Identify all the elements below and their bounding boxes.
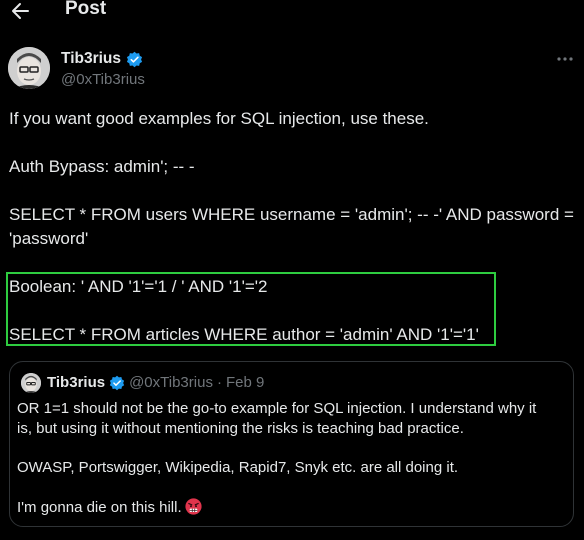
quote-text: I'm gonna die on this hill. bbox=[17, 499, 182, 516]
avatar-portrait bbox=[21, 373, 41, 393]
quote-text-line: is, but using it without mentioning the … bbox=[17, 420, 464, 437]
page-title: Post bbox=[65, 0, 107, 19]
quote-text-line: I'm gonna die on this hill. bbox=[17, 498, 202, 517]
back-button[interactable] bbox=[10, 0, 30, 22]
arrow-left-icon bbox=[12, 3, 29, 19]
verified-badge-icon bbox=[126, 51, 143, 67]
post-text-line: Boolean: ' AND '1'='1 / ' AND '1'='2 bbox=[9, 277, 268, 296]
quote-text-line: OR 1=1 should not be the go-to example f… bbox=[17, 400, 537, 417]
quote-author-handle: @0xTib3rius bbox=[129, 374, 213, 391]
author-name-row[interactable]: Tib3rius bbox=[61, 50, 143, 68]
quote-avatar bbox=[21, 373, 41, 393]
post-page: Post Tib3rius @0xTib3rius If you want go… bbox=[0, 0, 584, 540]
quote-separator: · bbox=[216, 374, 222, 391]
post-text-line: SELECT * FROM users WHERE username = 'ad… bbox=[9, 205, 574, 224]
author-name[interactable]: Tib3rius bbox=[61, 50, 121, 68]
quote-text-line: OWASP, Portswigger, Wikipedia, Rapid7, S… bbox=[17, 459, 459, 476]
more-horizontal-icon bbox=[557, 57, 573, 61]
angry-face-emoji-icon bbox=[185, 498, 202, 515]
avatar[interactable] bbox=[8, 47, 50, 89]
header: Post bbox=[0, 0, 584, 24]
verified-badge-icon bbox=[109, 375, 125, 390]
post-text-line: If you want good examples for SQL inject… bbox=[9, 109, 429, 128]
author-handle[interactable]: @0xTib3rius bbox=[61, 71, 145, 88]
post-text-line: Auth Bypass: admin'; -- - bbox=[9, 157, 195, 176]
post-text-line: SELECT * FROM articles WHERE author = 'a… bbox=[9, 325, 479, 344]
more-button[interactable] bbox=[556, 52, 574, 66]
quote-date: Feb 9 bbox=[225, 374, 265, 391]
quoted-post[interactable]: Tib3rius @0xTib3rius · Feb 9 OR 1=1 shou… bbox=[9, 361, 574, 527]
quote-header: Tib3rius @0xTib3rius · Feb 9 bbox=[47, 374, 264, 391]
avatar-portrait bbox=[8, 47, 50, 89]
post-text-line: 'password' bbox=[9, 229, 89, 248]
quote-author-name: Tib3rius bbox=[47, 374, 106, 391]
